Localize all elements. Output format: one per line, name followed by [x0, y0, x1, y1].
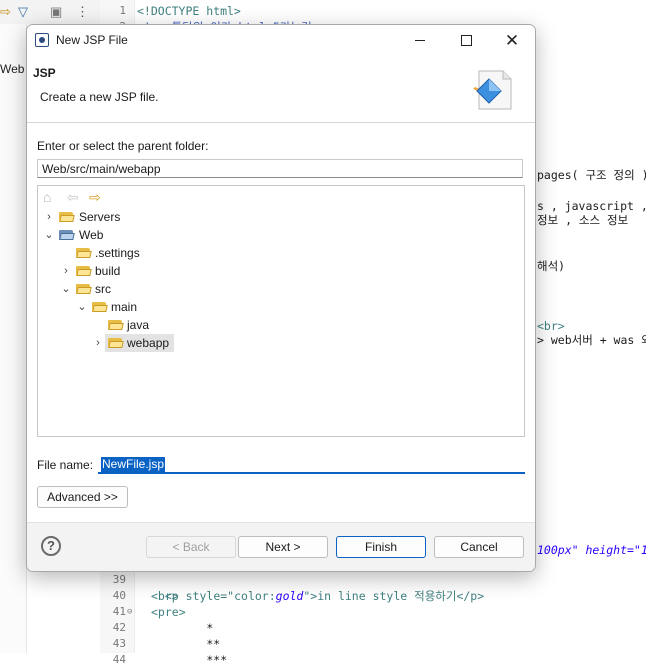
chevron-right-icon[interactable]: ›: [60, 262, 72, 280]
file-name-label: File name:: [37, 458, 94, 472]
finish-button[interactable]: Finish: [336, 536, 426, 558]
background-toolbar: ⇨ ▽ ▣ ⋮: [0, 0, 100, 24]
tree-item-servers[interactable]: › Servers: [38, 208, 238, 226]
code-line: <p style="color:gold">in line style 적용하기…: [164, 589, 485, 603]
line-number: 39: [112, 573, 126, 586]
back-arrow-icon[interactable]: ⇦: [67, 189, 79, 205]
chevron-right-icon[interactable]: ›: [43, 208, 55, 226]
advanced-button[interactable]: Advanced >>: [37, 486, 128, 508]
tree-item-src[interactable]: ⌄ src: [38, 280, 238, 298]
dialog-title: New JSP File: [56, 33, 128, 47]
code-fragment: pages( 구조 정의 ): [537, 168, 646, 182]
tree-item-label: build: [95, 264, 121, 278]
file-name-input[interactable]: NewFile.jsp: [98, 455, 525, 474]
maximize-button[interactable]: [443, 25, 489, 55]
cancel-button[interactable]: Cancel: [434, 536, 524, 558]
fold-icon[interactable]: ⊖: [127, 604, 132, 620]
tree-item-label: webapp: [127, 336, 170, 350]
line-number: 1: [119, 4, 126, 17]
new-jsp-file-dialog: New JSP File ✕ JSP Create a new JSP file…: [26, 24, 536, 572]
next-button[interactable]: Next >: [238, 536, 328, 558]
tree-item-web[interactable]: ⌄ Web: [38, 226, 238, 244]
wizard-header: JSP Create a new JSP file.: [27, 55, 535, 123]
chevron-right-icon[interactable]: ›: [92, 334, 104, 352]
code-line: <!DOCTYPE html>: [137, 4, 241, 18]
code-line: **: [151, 637, 221, 651]
tree-item-settings[interactable]: .settings: [38, 244, 238, 262]
code-line: <pre>: [151, 605, 186, 619]
chevron-down-icon[interactable]: ⌄: [76, 298, 88, 316]
back-button[interactable]: < Back: [146, 536, 236, 558]
line-number: 43: [112, 637, 126, 650]
folder-icon: [76, 266, 92, 276]
line-number: 41: [112, 605, 126, 618]
folder-icon: [92, 302, 108, 312]
close-icon: ✕: [504, 30, 520, 50]
code-line: <br>: [151, 589, 179, 603]
folder-icon: [76, 284, 92, 294]
dialog-titlebar[interactable]: New JSP File ✕: [27, 25, 535, 55]
jsp-wizard-banner-icon: [473, 70, 512, 110]
code-fragment: > web서버 + was 와: [537, 333, 646, 347]
dialog-footer: ? < Back Next > Finish Cancel: [27, 522, 535, 571]
code-line: ***: [151, 653, 228, 667]
tree-item-webapp[interactable]: › webapp: [38, 334, 238, 352]
chevron-down-icon[interactable]: ⌄: [43, 226, 55, 244]
maximize-icon: [460, 34, 472, 46]
explorer-item-web[interactable]: Web: [0, 62, 24, 76]
folder-icon: [76, 248, 92, 258]
minimize-icon: [415, 39, 425, 41]
folder-icon: [108, 338, 124, 348]
chevron-down-icon[interactable]: ⌄: [60, 280, 72, 298]
wizard-title: JSP: [33, 66, 56, 80]
tree-item-label: .settings: [95, 246, 140, 260]
home-icon[interactable]: ⌂: [43, 189, 51, 205]
tree-item-label: Web: [79, 228, 104, 242]
line-number: 44: [112, 653, 126, 666]
collapse-icon[interactable]: ▣: [50, 4, 62, 20]
eclipse-window-icon: [35, 33, 49, 47]
minimize-button[interactable]: [397, 25, 443, 55]
tree-item-java[interactable]: java: [38, 316, 238, 334]
code-fragment: 100px" height="1: [537, 543, 646, 557]
folder-icon: [108, 320, 124, 330]
folder-tree[interactable]: ⌂ ⇦ ⇨ › Servers ⌄ Web .settings › build: [37, 185, 525, 437]
folder-icon: [59, 212, 75, 222]
project-icon: [59, 230, 75, 240]
line-number: 40: [112, 589, 126, 602]
file-name-value: NewFile.jsp: [101, 457, 166, 472]
tree-item-build[interactable]: › build: [38, 262, 238, 280]
tree-item-label: src: [95, 282, 111, 296]
parent-folder-input[interactable]: [37, 159, 523, 178]
code-line: *: [151, 621, 214, 635]
filter-icon[interactable]: ▽: [18, 4, 28, 20]
help-icon[interactable]: ?: [41, 536, 61, 556]
more-icon[interactable]: ⋮: [76, 4, 89, 20]
code-fragment: 정보 , 소스 정보: [537, 213, 629, 227]
forward-arrow-icon[interactable]: ⇨: [89, 189, 101, 205]
project-explorer-panel: [0, 24, 27, 653]
close-button[interactable]: ✕: [489, 25, 535, 55]
tree-item-label: java: [127, 318, 150, 332]
tree-item-main[interactable]: ⌄ main: [38, 298, 238, 316]
wizard-description: Create a new JSP file.: [40, 90, 159, 104]
code-fragment: 해석): [537, 259, 566, 273]
tree-item-label: main: [111, 300, 138, 314]
tree-item-label: Servers: [79, 210, 121, 224]
line-number: 42: [112, 621, 126, 634]
import-icon[interactable]: ⇨: [0, 4, 11, 20]
parent-folder-label: Enter or select the parent folder:: [37, 139, 209, 153]
